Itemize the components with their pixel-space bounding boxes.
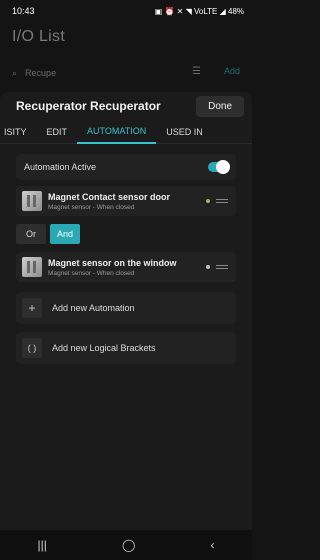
filter-icon[interactable]: ☰ [192,66,201,77]
search-input[interactable]: Recupe [25,68,56,78]
status-dot-icon [206,265,210,269]
drag-handle-icon[interactable] [216,199,228,203]
status-dot-icon [206,199,210,203]
drag-handle-icon[interactable] [216,265,228,269]
home-icon[interactable]: ◯ [122,538,135,552]
back-icon[interactable]: ‹ [210,538,214,552]
add-automation-button[interactable]: + Add new Automation [16,292,236,324]
search-bar[interactable]: ⌕ Recupe [12,62,212,84]
device-name: Magnet sensor on the window [48,257,177,268]
automation-active-row[interactable]: Automation Active [16,154,236,180]
and-button[interactable]: And [50,224,80,244]
status-time: 10:43 [12,6,35,16]
device-name: Magnet Contact sensor door [48,191,171,202]
or-button[interactable]: Or [16,224,46,244]
plus-icon: + [22,298,42,318]
automation-active-label: Automation Active [24,162,97,172]
system-nav-bar: ||| ◯ ‹ [0,530,252,560]
sheet-header: Recuperator Recuperator Done [0,92,252,120]
tab-used-in[interactable]: USED IN [156,120,213,144]
page-title: I/O List [12,28,66,45]
logic-selector: Or And [16,224,236,244]
done-button[interactable]: Done [196,95,244,117]
add-button[interactable]: Add [224,66,240,76]
add-automation-label: Add new Automation [52,303,135,313]
sheet-title: Recuperator Recuperator [16,99,161,113]
tab-bar: ISITY EDIT AUTOMATION USED IN [0,120,252,144]
automation-sheet: Recuperator Recuperator Done ISITY EDIT … [0,92,252,530]
tab-sensitivity[interactable]: ISITY [0,120,37,144]
device-thumbnail [22,257,42,277]
device-subtitle: Magnet sensor - When closed [48,203,135,211]
automation-active-toggle[interactable] [208,160,230,174]
search-icon: ⌕ [12,67,18,78]
device-card[interactable]: Magnet Contact sensor door Magnet sensor… [16,186,236,216]
tab-automation[interactable]: AUTOMATION [77,120,157,144]
status-icons-text: ▣ ⏰ ✕ ◥ VoLTE ◢ 48% [154,6,244,16]
status-bar: 10:43 ▣ ⏰ ✕ ◥ VoLTE ◢ 48% [0,0,252,22]
status-icons: ▣ ⏰ ✕ ◥ VoLTE ◢ 48% [155,7,244,16]
add-brackets-label: Add new Logical Brackets [52,343,156,353]
device-thumbnail [22,191,42,211]
tab-edit[interactable]: EDIT [37,120,78,144]
add-brackets-button[interactable]: ( ) Add new Logical Brackets [16,332,236,364]
recent-apps-icon[interactable]: ||| [38,538,47,552]
device-card[interactable]: Magnet sensor on the window Magnet senso… [16,252,236,282]
brackets-icon: ( ) [22,338,42,358]
device-subtitle: Magnet sensor - When closed [48,269,135,277]
